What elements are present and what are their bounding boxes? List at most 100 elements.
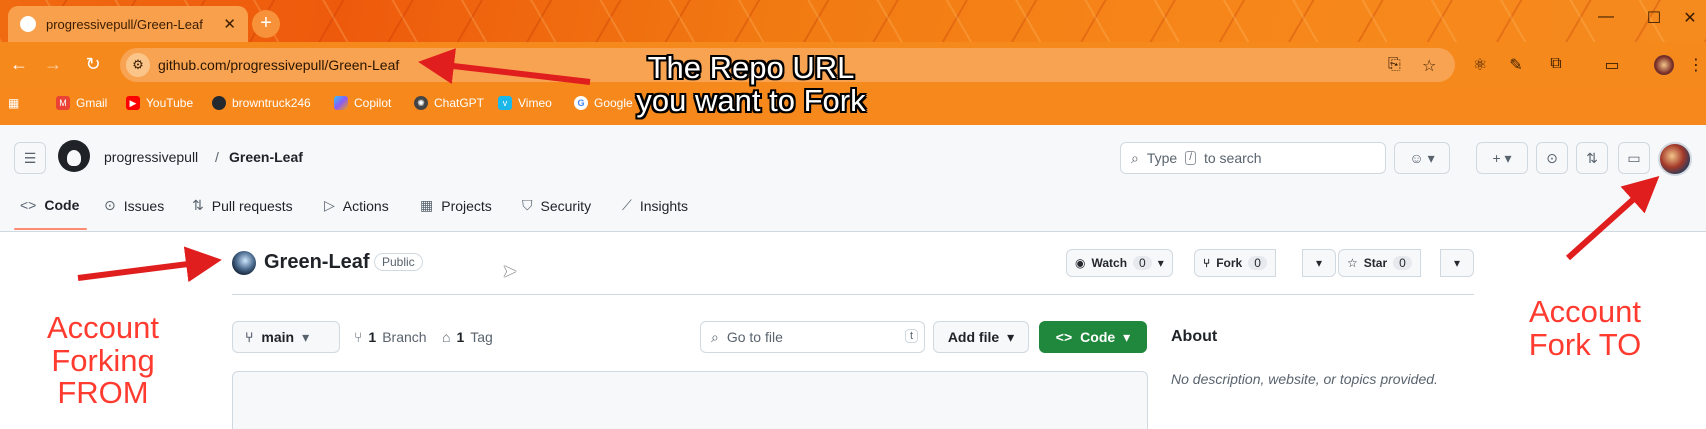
fork-dropdown-button[interactable]: ▾ bbox=[1302, 249, 1336, 277]
bookmark-label: Copilot bbox=[354, 96, 392, 110]
watch-count: 0 bbox=[1133, 256, 1152, 270]
table-icon: ▦ bbox=[420, 197, 434, 213]
breadcrumb-repo[interactable]: Green-Leaf bbox=[229, 149, 303, 165]
bookmark-vimeo[interactable]: v Vimeo bbox=[498, 96, 552, 110]
repo-owner-avatar[interactable] bbox=[232, 251, 256, 275]
fork-icon: ⑂ bbox=[1203, 256, 1211, 270]
minimize-icon[interactable]: — bbox=[1586, 8, 1626, 26]
reload-icon[interactable]: ↻ bbox=[80, 54, 106, 75]
bookmark-browntruck246[interactable]: browntruck246 bbox=[212, 96, 311, 110]
search-prefix: Type bbox=[1146, 150, 1178, 166]
tab-issues[interactable]: ⊙ Issues bbox=[104, 197, 164, 214]
bookmark-chatgpt[interactable]: ✺ ChatGPT bbox=[414, 96, 484, 110]
star-button[interactable]: ☆ Star 0 bbox=[1338, 249, 1421, 277]
active-tab-underline bbox=[14, 228, 87, 230]
bookmark-label: YouTube bbox=[146, 96, 194, 110]
tab-code[interactable]: <> Code bbox=[20, 197, 79, 213]
google-icon: G bbox=[574, 96, 588, 110]
breadcrumb-owner[interactable]: progressivepull bbox=[104, 149, 198, 165]
shield-icon: ⛉ bbox=[522, 197, 533, 213]
tab-close-icon[interactable]: ✕ bbox=[223, 15, 236, 33]
new-tab-button[interactable]: + bbox=[252, 10, 280, 38]
search-icon: ⌕ bbox=[1131, 149, 1139, 166]
divider bbox=[232, 294, 1474, 295]
about-heading: About bbox=[1171, 328, 1218, 345]
graph-icon: ⟋ bbox=[622, 197, 632, 213]
url-text[interactable]: github.com/progressivepull/Green-Leaf bbox=[158, 57, 399, 73]
close-window-icon[interactable]: ✕ bbox=[1670, 8, 1706, 28]
search-shortcut-key: / bbox=[1185, 151, 1196, 165]
tab-security[interactable]: ⛉ Security bbox=[522, 197, 591, 214]
search-icon: ⌕ bbox=[711, 328, 719, 345]
tab-label: Actions bbox=[342, 197, 389, 214]
tab-label: Insights bbox=[639, 197, 689, 214]
code-icon: <> bbox=[20, 197, 37, 213]
branches-link[interactable]: ⑂ 1 Branch bbox=[354, 329, 427, 345]
bookmark-label: ChatGPT bbox=[434, 96, 485, 110]
install-app-icon[interactable]: ⎘ bbox=[1388, 56, 1401, 74]
maximize-icon[interactable]: ☐ bbox=[1634, 8, 1674, 28]
create-new-button[interactable]: + ▾ bbox=[1476, 142, 1528, 174]
profile-avatar[interactable] bbox=[1654, 55, 1674, 75]
star-dropdown-button[interactable]: ▾ bbox=[1440, 249, 1474, 277]
user-avatar[interactable] bbox=[1658, 142, 1692, 176]
apps-grid-icon[interactable]: ▦ bbox=[8, 96, 19, 110]
bookmark-youtube[interactable]: ▶ YouTube bbox=[126, 96, 193, 110]
pull-requests-icon[interactable]: ⇅ bbox=[1576, 142, 1608, 174]
bookmark-label: browntruck246 bbox=[232, 96, 311, 110]
annotation-line: you want to Fork bbox=[636, 82, 866, 118]
reading-list-icon[interactable]: ▭ bbox=[1600, 55, 1624, 75]
extensions-puzzle-icon[interactable]: ⧉ bbox=[1544, 55, 1568, 73]
browser-tab[interactable]: progressivepull/Green-Leaf ✕ bbox=[8, 6, 248, 42]
bookmark-google[interactable]: G Google bbox=[574, 96, 633, 110]
back-icon[interactable]: ← bbox=[6, 54, 32, 75]
search-input[interactable]: ⌕ Type / to search bbox=[1120, 142, 1386, 174]
hamburger-menu-icon[interactable]: ☰ bbox=[14, 142, 46, 174]
fork-button[interactable]: ⑂ Fork 0 bbox=[1194, 249, 1276, 277]
repo-title[interactable]: Green-Leaf bbox=[264, 251, 370, 274]
inbox-icon[interactable]: ▭ bbox=[1618, 142, 1650, 174]
chevron-down-icon: ▾ bbox=[1007, 328, 1015, 345]
tab-pull-requests[interactable]: ⇅ Pull requests bbox=[192, 197, 293, 214]
issues-icon[interactable]: ⊙ bbox=[1536, 142, 1568, 174]
bookmark-copilot[interactable]: Copilot bbox=[334, 96, 391, 110]
tab-title: progressivepull/Green-Leaf bbox=[46, 16, 203, 32]
branch-icon: ⑂ bbox=[354, 329, 363, 345]
watch-button[interactable]: ◉ Watch 0 ▾ bbox=[1066, 249, 1173, 277]
play-icon: ▷ bbox=[324, 197, 335, 213]
star-label: Star bbox=[1363, 256, 1388, 270]
add-file-button[interactable]: Add file ▾ bbox=[933, 321, 1029, 353]
go-to-file-input[interactable]: ⌕ Go to file t bbox=[700, 321, 925, 353]
browser-menu-icon[interactable]: ⋮ bbox=[1684, 55, 1706, 75]
code-icon: <> bbox=[1055, 329, 1073, 345]
annotation-line: Account bbox=[1528, 294, 1641, 329]
about-description: No description, website, or topics provi… bbox=[1171, 371, 1438, 387]
bookmark-star-icon[interactable]: ☆ bbox=[1422, 56, 1436, 76]
copilot-button[interactable]: ☺ ▾ bbox=[1394, 142, 1450, 174]
forward-icon[interactable]: → bbox=[40, 54, 66, 75]
copilot-icon bbox=[334, 96, 348, 110]
fork-count: 0 bbox=[1248, 256, 1267, 270]
tag-count-label: Tag bbox=[470, 329, 493, 345]
tab-label: Pull requests bbox=[211, 197, 293, 214]
eye-icon: ◉ bbox=[1075, 256, 1086, 270]
extension-icon[interactable]: ✎ bbox=[1504, 55, 1528, 75]
tab-label: Issues bbox=[123, 197, 165, 214]
annotation-line: Account bbox=[46, 310, 159, 345]
code-button[interactable]: <> Code ▾ bbox=[1039, 321, 1147, 353]
chevron-down-icon: ▾ bbox=[1315, 256, 1323, 270]
tab-projects[interactable]: ▦ Projects bbox=[420, 197, 492, 214]
github-favicon-icon bbox=[20, 16, 36, 32]
annotation-line: Fork TO bbox=[1528, 326, 1642, 362]
react-extension-icon[interactable]: ⚛ bbox=[1468, 55, 1492, 75]
tab-actions[interactable]: ▷ Actions bbox=[324, 197, 389, 214]
branch-selector[interactable]: ⑂ main ▾ bbox=[232, 321, 340, 353]
site-info-icon[interactable]: ⚙ bbox=[126, 53, 150, 77]
github-logo-icon[interactable] bbox=[58, 140, 90, 172]
annotation-account-to: Account Fork TO bbox=[1510, 294, 1660, 362]
tab-insights[interactable]: ⟋ Insights bbox=[622, 197, 688, 214]
bookmark-gmail[interactable]: M Gmail bbox=[56, 96, 107, 110]
bookmark-label: Vimeo bbox=[518, 96, 552, 110]
tags-link[interactable]: ⌂ 1 Tag bbox=[442, 329, 493, 345]
chevron-down-icon: ▾ bbox=[1157, 256, 1164, 270]
